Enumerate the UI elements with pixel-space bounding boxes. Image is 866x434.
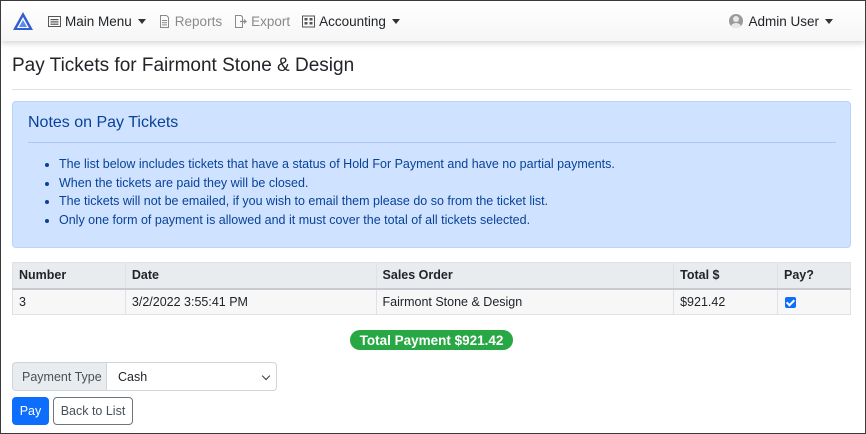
page-title: Pay Tickets for Fairmont Stone & Design bbox=[12, 55, 355, 76]
total-payment-badge: Total Payment $921.42 bbox=[350, 330, 513, 350]
nav-main-menu[interactable]: Main Menu bbox=[48, 14, 146, 29]
nav-export-label: Export bbox=[251, 13, 291, 29]
notes-alert: Notes on Pay Tickets The list below incl… bbox=[12, 101, 851, 248]
menu-list-icon bbox=[48, 15, 61, 28]
export-icon bbox=[234, 14, 247, 28]
top-navbar: Main Menu Reports Export Accounting Admi… bbox=[1, 1, 865, 41]
chevron-down-icon bbox=[137, 18, 146, 24]
notes-item: The tickets will not be emailed, if you … bbox=[59, 192, 615, 211]
report-icon bbox=[158, 14, 171, 28]
chevron-down-icon bbox=[261, 371, 271, 381]
payment-type-group: Payment Type Cash bbox=[12, 362, 277, 391]
chevron-down-icon bbox=[391, 18, 400, 24]
nav-accounting[interactable]: Accounting bbox=[302, 14, 400, 29]
calculator-icon bbox=[302, 15, 316, 28]
user-menu[interactable]: Admin User bbox=[729, 14, 833, 29]
cell-pay bbox=[777, 288, 851, 315]
column-header-date: Date bbox=[124, 262, 377, 290]
payment-type-label: Payment Type bbox=[12, 362, 106, 391]
back-to-list-button[interactable]: Back to List bbox=[53, 397, 133, 425]
payment-type-value: Cash bbox=[118, 369, 148, 384]
cell-total: $921.42 bbox=[673, 288, 779, 315]
pay-checkbox[interactable] bbox=[785, 296, 797, 308]
column-header-sales-order: Sales Order bbox=[375, 262, 675, 290]
nav-export[interactable]: Export bbox=[234, 14, 290, 29]
notes-item: When the tickets are paid they will be c… bbox=[59, 174, 615, 193]
column-header-number: Number bbox=[12, 262, 126, 290]
notes-list: The list below includes tickets that hav… bbox=[33, 155, 615, 229]
nav-reports[interactable]: Reports bbox=[158, 14, 222, 29]
nav-reports-label: Reports bbox=[174, 13, 223, 29]
user-menu-label: Admin User bbox=[748, 13, 819, 29]
title-divider bbox=[12, 89, 851, 90]
cell-number: 3 bbox=[12, 288, 126, 315]
table-header-row: Number Date Sales Order Total $ Pay? bbox=[12, 262, 851, 290]
column-header-pay: Pay? bbox=[777, 262, 851, 290]
chevron-down-icon bbox=[825, 18, 833, 24]
tickets-table: Number Date Sales Order Total $ Pay? 3 3… bbox=[12, 262, 851, 315]
triangle-logo-icon[interactable] bbox=[12, 11, 34, 31]
nav-accounting-label: Accounting bbox=[319, 13, 386, 29]
cell-sales-order: Fairmont Stone & Design bbox=[375, 288, 675, 315]
cell-date: 3/2/2022 3:55:41 PM bbox=[124, 288, 377, 315]
notes-divider bbox=[28, 142, 836, 143]
nav-main-menu-label: Main Menu bbox=[65, 13, 132, 29]
notes-title: Notes on Pay Tickets bbox=[28, 114, 179, 131]
user-avatar-icon bbox=[729, 14, 744, 28]
notes-item: The list below includes tickets that hav… bbox=[59, 155, 615, 174]
notes-item: Only one form of payment is allowed and … bbox=[59, 211, 615, 230]
pay-button[interactable]: Pay bbox=[12, 397, 49, 425]
table-row: 3 3/2/2022 3:55:41 PM Fairmont Stone & D… bbox=[12, 288, 851, 315]
payment-type-select[interactable]: Cash bbox=[106, 362, 277, 391]
column-header-total: Total $ bbox=[673, 262, 779, 290]
